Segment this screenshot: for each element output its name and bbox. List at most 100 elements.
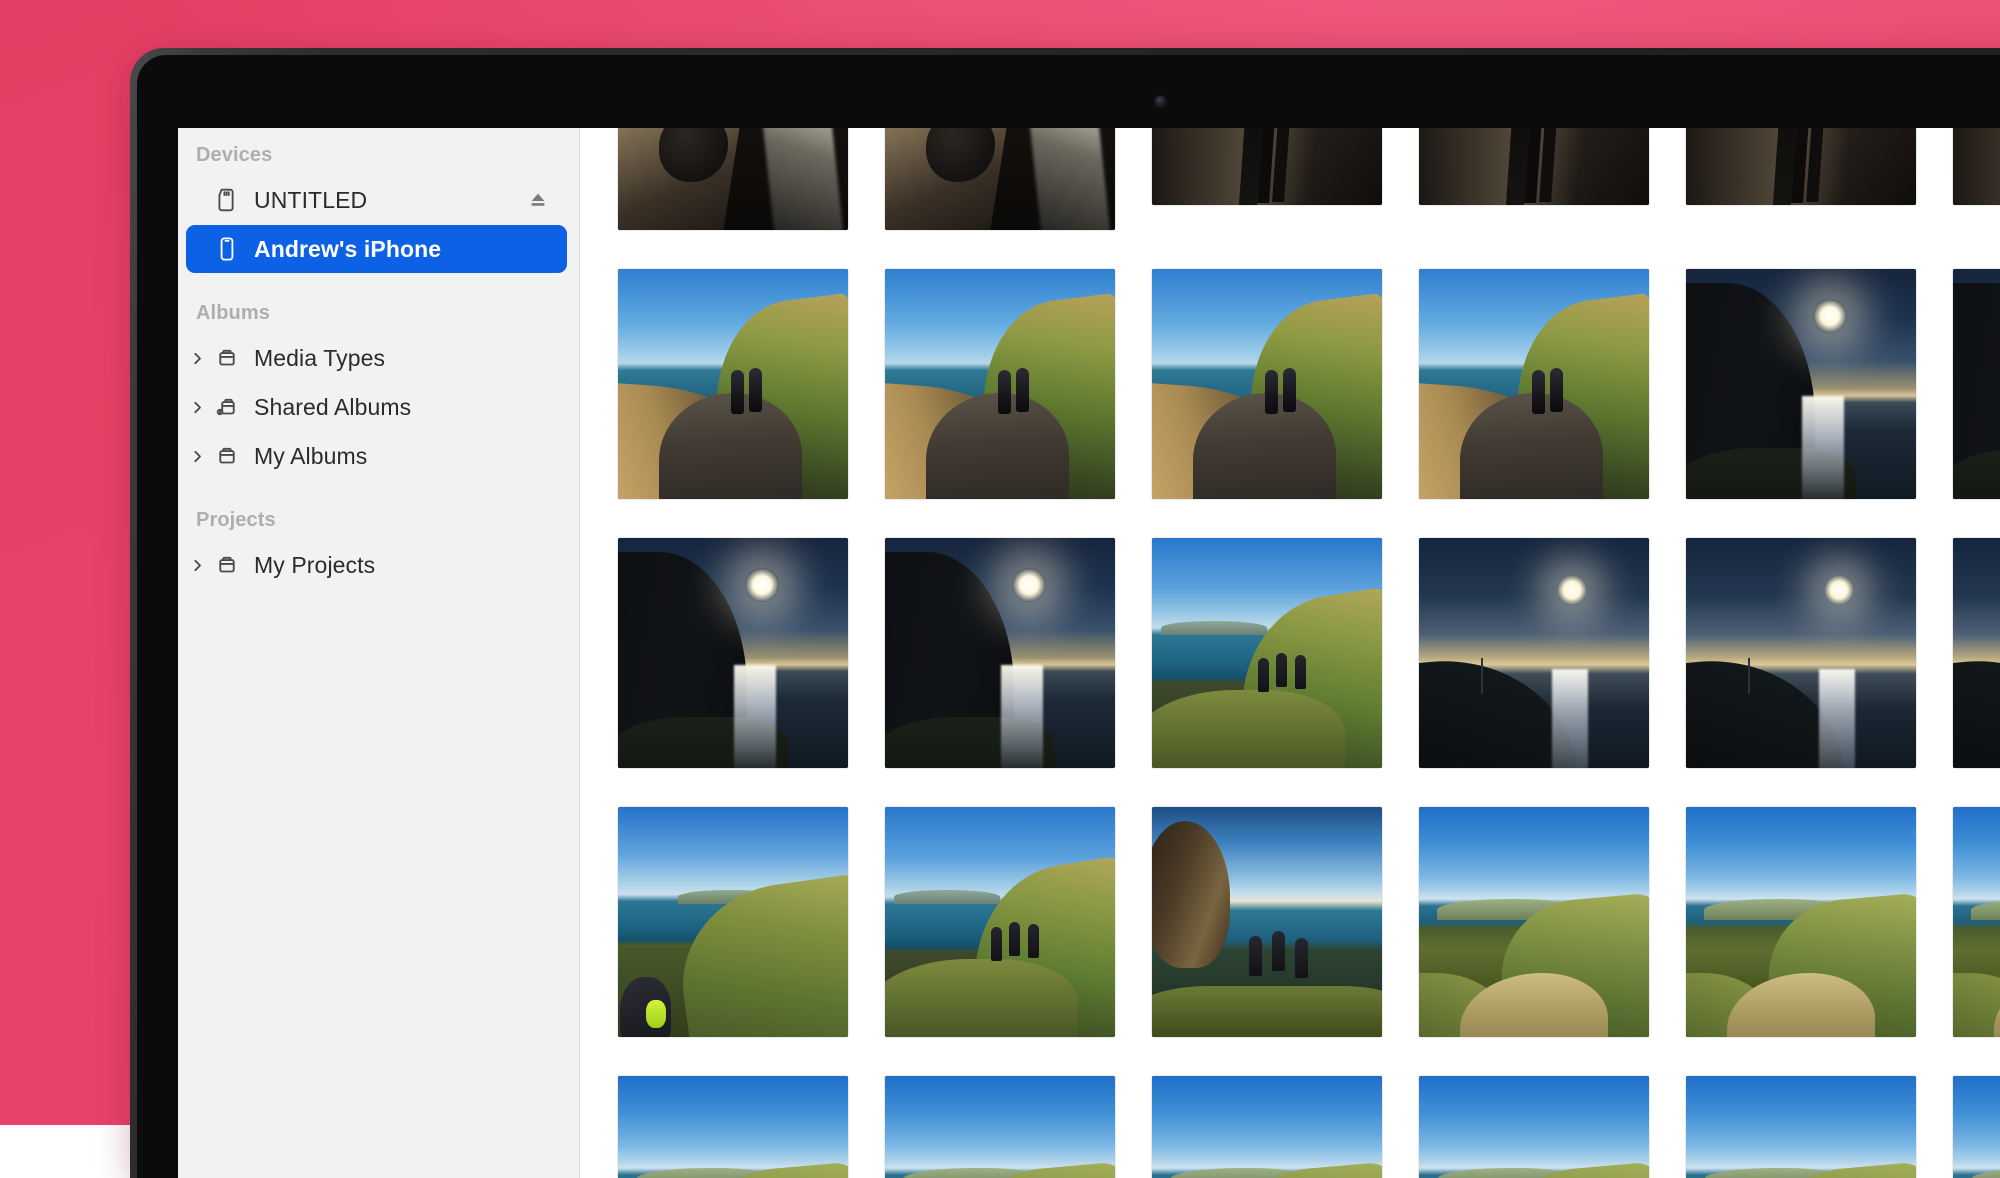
photo-image bbox=[618, 269, 848, 499]
photo-image bbox=[618, 807, 848, 1037]
album-icon bbox=[212, 343, 242, 373]
photo-image bbox=[1686, 538, 1916, 768]
photo-thumbnail[interactable] bbox=[1953, 538, 2000, 768]
photo-thumbnail[interactable] bbox=[885, 128, 1115, 230]
photo-thumbnail[interactable] bbox=[618, 807, 848, 1037]
sidebar-section-header: Projects bbox=[178, 481, 579, 540]
photo-thumbnail[interactable] bbox=[1419, 1076, 1649, 1178]
photo-thumbnail[interactable] bbox=[1152, 1076, 1382, 1178]
sidebar-item-media-types[interactable]: Media Types bbox=[186, 334, 567, 382]
photo-thumbnail[interactable] bbox=[1152, 538, 1382, 768]
sidebar: Devices UNTITLED Andrew's iPhoneAlbums M… bbox=[178, 128, 580, 1178]
laptop-device-frame: Devices UNTITLED Andrew's iPhoneAlbums M… bbox=[130, 48, 2000, 1178]
photo-image bbox=[1419, 807, 1649, 1037]
photo-grid bbox=[618, 128, 2000, 1178]
chevron-right-icon[interactable] bbox=[188, 351, 206, 366]
photo-image bbox=[1152, 807, 1382, 1037]
photo-thumbnail[interactable] bbox=[885, 538, 1115, 768]
photo-image bbox=[1152, 128, 1382, 205]
photo-thumbnail[interactable] bbox=[885, 807, 1115, 1037]
sd-card-icon bbox=[212, 185, 242, 215]
photo-thumbnail[interactable] bbox=[618, 269, 848, 499]
sidebar-section-header: Albums bbox=[178, 274, 579, 333]
chevron-right-icon[interactable] bbox=[188, 449, 206, 464]
photo-detail bbox=[1953, 973, 2000, 1037]
photo-thumbnail[interactable] bbox=[1686, 538, 1916, 768]
photo-image bbox=[885, 1076, 1115, 1178]
photo-thumbnail[interactable] bbox=[1686, 1076, 1916, 1178]
photo-detail bbox=[1009, 922, 1020, 956]
photo-detail bbox=[991, 927, 1002, 961]
sidebar-section-header: Devices bbox=[178, 134, 579, 175]
photo-detail bbox=[1276, 653, 1287, 687]
sidebar-item-andrew-s-iphone[interactable]: Andrew's iPhone bbox=[186, 225, 567, 273]
photo-thumbnail[interactable] bbox=[885, 1076, 1115, 1178]
photo-image bbox=[885, 269, 1115, 499]
photo-thumbnail[interactable] bbox=[618, 1076, 848, 1178]
photo-thumbnail[interactable] bbox=[1953, 128, 2000, 205]
album-icon bbox=[212, 550, 242, 580]
photo-detail bbox=[1971, 1168, 2000, 1178]
photo-thumbnail[interactable] bbox=[1953, 807, 2000, 1037]
photo-image bbox=[1419, 269, 1649, 499]
photo-detail bbox=[1012, 568, 1046, 602]
photo-image bbox=[1152, 538, 1382, 768]
photo-image bbox=[1686, 807, 1916, 1037]
photo-image bbox=[1953, 1076, 2000, 1178]
photo-thumbnail[interactable] bbox=[1953, 269, 2000, 499]
photo-image bbox=[1686, 1076, 1916, 1178]
sidebar-item-label: UNTITLED bbox=[254, 187, 367, 214]
sidebar-item-my-projects[interactable]: My Projects bbox=[186, 541, 567, 589]
photo-grid-row bbox=[618, 1076, 2000, 1178]
photo-thumbnail[interactable] bbox=[1152, 269, 1382, 499]
chevron-right-icon[interactable] bbox=[188, 400, 206, 415]
photo-grid-content[interactable] bbox=[580, 128, 2000, 1178]
photo-detail bbox=[1748, 658, 1750, 695]
photo-image bbox=[618, 538, 848, 768]
chevron-right-icon[interactable] bbox=[188, 558, 206, 573]
photo-detail bbox=[894, 890, 1000, 904]
photo-detail bbox=[1152, 986, 1382, 1037]
photo-detail bbox=[1295, 938, 1308, 978]
photo-thumbnail[interactable] bbox=[1419, 269, 1649, 499]
sidebar-item-shared-albums[interactable]: Shared Albums bbox=[186, 383, 567, 431]
photo-detail bbox=[745, 568, 779, 602]
photo-thumbnail[interactable] bbox=[1152, 128, 1382, 205]
photo-thumbnail[interactable] bbox=[1419, 807, 1649, 1037]
photo-thumbnail[interactable] bbox=[1686, 128, 1916, 205]
photo-image bbox=[1953, 128, 2000, 205]
photo-detail bbox=[1283, 368, 1296, 412]
album-icon bbox=[212, 441, 242, 471]
photo-image bbox=[618, 1076, 848, 1178]
photo-thumbnail[interactable] bbox=[1152, 807, 1382, 1037]
photo-thumbnail[interactable] bbox=[1953, 1076, 2000, 1178]
photo-detail bbox=[1016, 368, 1029, 412]
photo-image bbox=[1152, 1076, 1382, 1178]
photos-app-window: Devices UNTITLED Andrew's iPhoneAlbums M… bbox=[178, 128, 2000, 1178]
photo-image bbox=[1953, 269, 2000, 499]
sidebar-item-label: Media Types bbox=[254, 345, 385, 372]
photo-thumbnail[interactable] bbox=[885, 269, 1115, 499]
sidebar-item-untitled[interactable]: UNTITLED bbox=[186, 176, 567, 224]
sidebar-item-label: Shared Albums bbox=[254, 394, 411, 421]
photo-image bbox=[1419, 1076, 1649, 1178]
photo-thumbnail[interactable] bbox=[618, 128, 848, 230]
sidebar-item-my-albums[interactable]: My Albums bbox=[186, 432, 567, 480]
photo-detail bbox=[749, 368, 762, 412]
photo-detail bbox=[1258, 658, 1269, 692]
photo-grid-row bbox=[618, 538, 2000, 768]
photo-image bbox=[885, 807, 1115, 1037]
photo-thumbnail[interactable] bbox=[1419, 538, 1649, 768]
photo-image bbox=[1686, 128, 1916, 205]
photo-thumbnail[interactable] bbox=[1419, 128, 1649, 205]
photo-image bbox=[1419, 128, 1649, 205]
photo-detail bbox=[659, 128, 728, 182]
photo-thumbnail[interactable] bbox=[1686, 807, 1916, 1037]
sidebar-item-label: My Projects bbox=[254, 552, 375, 579]
photo-thumbnail[interactable] bbox=[618, 538, 848, 768]
eject-icon[interactable] bbox=[525, 187, 551, 213]
photo-image bbox=[1152, 269, 1382, 499]
photo-detail bbox=[1028, 924, 1039, 958]
photo-thumbnail[interactable] bbox=[1686, 269, 1916, 499]
photo-detail bbox=[1819, 669, 1855, 768]
